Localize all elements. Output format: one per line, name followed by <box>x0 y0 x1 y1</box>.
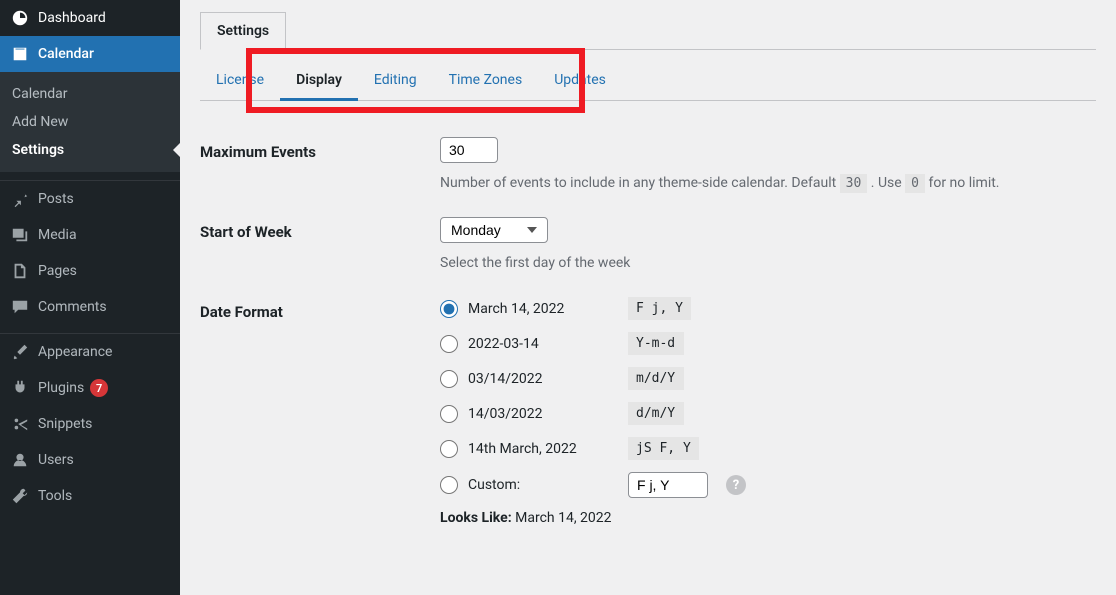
user-icon <box>10 450 30 470</box>
tab-license[interactable]: License <box>200 62 280 100</box>
date-format-code: m/d/Y <box>628 367 684 390</box>
comments-icon <box>10 297 30 317</box>
date-format-display: March 14, 2022 <box>468 301 618 317</box>
sidebar-item-users[interactable]: Users <box>0 442 180 478</box>
date-format-radio[interactable] <box>440 405 458 423</box>
date-format-option[interactable]: 03/14/2022 m/d/Y <box>440 367 1096 390</box>
sidebar-item-dashboard[interactable]: Dashboard <box>0 0 180 36</box>
date-format-option[interactable]: March 14, 2022 F j, Y <box>440 297 1096 320</box>
submenu-settings[interactable]: Settings <box>0 136 180 164</box>
primary-tabs: Settings <box>200 12 1096 50</box>
pin-icon <box>10 189 30 209</box>
sidebar-label: Tools <box>38 488 72 504</box>
looks-like-preview: Looks Like: March 14, 2022 <box>440 510 1096 526</box>
help-icon[interactable]: ? <box>726 475 746 495</box>
sidebar-item-snippets[interactable]: Snippets <box>0 406 180 442</box>
date-format-radio[interactable] <box>440 370 458 388</box>
date-format-display: 14/03/2022 <box>468 406 618 422</box>
field-label: Start of Week <box>200 217 440 271</box>
main-content: Settings License Display Editing Time Zo… <box>180 0 1116 595</box>
sidebar-label: Users <box>38 452 74 468</box>
code-default: 30 <box>840 174 868 193</box>
sidebar-label: Snippets <box>38 416 92 432</box>
date-format-option[interactable]: 14/03/2022 d/m/Y <box>440 402 1096 425</box>
date-format-custom-label: Custom: <box>468 477 618 493</box>
date-format-radio[interactable] <box>440 300 458 318</box>
sidebar-item-tools[interactable]: Tools <box>0 478 180 514</box>
field-label: Date Format <box>200 297 440 526</box>
scissors-icon <box>10 414 30 434</box>
date-format-custom-input[interactable] <box>628 472 708 498</box>
sidebar-label: Media <box>38 227 77 243</box>
start-of-week-select[interactable]: Monday <box>440 217 548 243</box>
date-format-custom-option[interactable]: Custom:? <box>440 472 1096 498</box>
date-format-code: Y-m-d <box>628 332 684 355</box>
pages-icon <box>10 261 30 281</box>
sidebar-label: Appearance <box>38 344 112 360</box>
submenu-add-new[interactable]: Add New <box>0 108 180 136</box>
dashboard-icon <box>10 8 30 28</box>
field-description: Number of events to include in any theme… <box>440 175 1096 191</box>
tab-settings[interactable]: Settings <box>200 12 286 50</box>
tab-editing[interactable]: Editing <box>358 62 433 100</box>
sidebar-label: Plugins <box>38 380 84 396</box>
sidebar-label: Dashboard <box>38 10 106 26</box>
tab-display[interactable]: Display <box>280 62 358 101</box>
secondary-tabs: License Display Editing Time Zones Updat… <box>200 62 1096 101</box>
brush-icon <box>10 342 30 362</box>
submenu-calendar[interactable]: Calendar <box>0 80 180 108</box>
tab-updates[interactable]: Updates <box>538 62 622 100</box>
sidebar-submenu: Calendar Add New Settings <box>0 72 180 172</box>
sidebar-item-plugins[interactable]: Plugins 7 <box>0 370 180 406</box>
settings-form: Maximum Events Number of events to inclu… <box>200 137 1096 526</box>
date-format-option[interactable]: 14th March, 2022 jS F, Y <box>440 437 1096 460</box>
field-label: Maximum Events <box>200 137 440 191</box>
admin-sidebar: Dashboard Calendar Calendar Add New Sett… <box>0 0 180 595</box>
date-format-code: d/m/Y <box>628 402 684 425</box>
sidebar-item-media[interactable]: Media <box>0 217 180 253</box>
tab-time-zones[interactable]: Time Zones <box>433 62 539 100</box>
date-format-radio[interactable] <box>440 440 458 458</box>
date-format-code: F j, Y <box>628 297 691 320</box>
date-format-code: jS F, Y <box>628 437 699 460</box>
sidebar-label: Comments <box>38 299 107 315</box>
date-format-option[interactable]: 2022-03-14 Y-m-d <box>440 332 1096 355</box>
row-maximum-events: Maximum Events Number of events to inclu… <box>200 137 1096 191</box>
date-format-display: 03/14/2022 <box>468 371 618 387</box>
row-date-format: Date Format March 14, 2022 F j, Y 2022-03-… <box>200 297 1096 526</box>
date-format-display: 2022-03-14 <box>468 336 618 352</box>
sidebar-label: Posts <box>38 191 74 207</box>
date-format-radio[interactable] <box>440 476 458 494</box>
field-description: Select the first day of the week <box>440 255 1096 271</box>
sidebar-item-posts[interactable]: Posts <box>0 181 180 217</box>
row-start-of-week: Start of Week Monday Select the first da… <box>200 217 1096 271</box>
sidebar-item-pages[interactable]: Pages <box>0 253 180 289</box>
date-format-radio[interactable] <box>440 335 458 353</box>
sidebar-item-appearance[interactable]: Appearance <box>0 334 180 370</box>
sidebar-label: Calendar <box>38 46 94 62</box>
calendar-icon <box>10 44 30 64</box>
sidebar-item-comments[interactable]: Comments <box>0 289 180 325</box>
wrench-icon <box>10 486 30 506</box>
code-zero: 0 <box>905 174 925 193</box>
sidebar-item-calendar[interactable]: Calendar <box>0 36 180 72</box>
update-count-badge: 7 <box>90 379 108 397</box>
date-format-display: 14th March, 2022 <box>468 441 618 457</box>
sidebar-label: Pages <box>38 263 77 279</box>
media-icon <box>10 225 30 245</box>
plugin-icon <box>10 378 30 398</box>
maximum-events-input[interactable] <box>440 137 498 163</box>
